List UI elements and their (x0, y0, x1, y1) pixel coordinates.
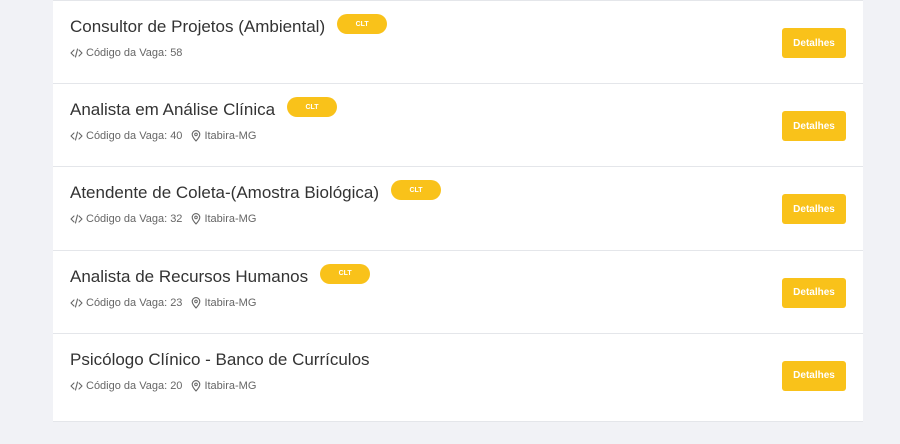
job-meta: Código da Vaga: 58 (70, 47, 182, 59)
job-list: Consultor de Projetos (Ambiental) CLT Có… (53, 0, 863, 422)
map-pin-icon (191, 213, 201, 225)
clt-badge: CLT (391, 180, 441, 201)
job-title-line: Atendente de Coleta-(Amostra Biológica) … (70, 180, 441, 205)
job-code: Código da Vaga: 58 (70, 47, 182, 59)
job-title-line: Analista em Análise Clínica CLT (70, 97, 338, 122)
job-row: Analista de Recursos Humanos CLT Código … (53, 251, 863, 334)
map-pin-icon (191, 379, 201, 392)
job-code-text: Código da Vaga: 20 (86, 379, 183, 392)
job-location: Itabira-MG (191, 130, 256, 142)
code-icon (70, 381, 83, 391)
details-button[interactable]: Detalhes (782, 28, 846, 58)
job-meta: Código da Vaga: 20 Itabira-MG (70, 380, 256, 392)
job-location: Itabira-MG (191, 213, 256, 225)
job-row: Psicólogo Clínico - Banco de Currículos … (53, 334, 863, 417)
job-code-text: Código da Vaga: 40 (86, 130, 183, 143)
job-code: Código da Vaga: 32 (70, 213, 182, 225)
job-location-text: Itabira-MG (204, 296, 257, 309)
job-code: Código da Vaga: 20 (70, 380, 182, 392)
details-button[interactable]: Detalhes (782, 277, 846, 308)
map-pin-icon (191, 296, 201, 309)
job-code-text: Código da Vaga: 23 (86, 296, 183, 309)
details-button[interactable]: Detalhes (782, 360, 846, 391)
code-icon (70, 298, 83, 308)
code-icon (70, 214, 83, 224)
job-title-line: Analista de Recursos Humanos CLT (70, 263, 371, 289)
job-title-line: Psicólogo Clínico - Banco de Currículos (70, 348, 370, 372)
job-row: Consultor de Projetos (Ambiental) CLT Có… (53, 1, 863, 85)
job-title[interactable]: Analista em Análise Clínica (70, 100, 275, 120)
clt-badge: CLT (337, 14, 388, 34)
map-pin-icon (191, 130, 201, 142)
job-title[interactable]: Analista de Recursos Humanos (70, 267, 308, 287)
job-meta: Código da Vaga: 40 Itabira-MG (70, 130, 256, 142)
job-code: Código da Vaga: 40 (70, 130, 182, 142)
job-code-text: Código da Vaga: 58 (86, 47, 183, 59)
job-title[interactable]: Atendente de Coleta-(Amostra Biológica) (70, 183, 379, 203)
job-location: Itabira-MG (191, 297, 256, 309)
clt-badge: CLT (287, 97, 338, 118)
job-meta: Código da Vaga: 32 Itabira-MG (70, 213, 256, 225)
job-code-text: Código da Vaga: 32 (86, 213, 183, 226)
code-icon (70, 131, 83, 141)
job-location-text: Itabira-MG (204, 379, 257, 392)
clt-badge: CLT (320, 263, 371, 284)
details-button[interactable]: Detalhes (782, 194, 846, 225)
job-location-text: Itabira-MG (204, 213, 257, 226)
job-title-line: Consultor de Projetos (Ambiental) CLT (70, 14, 388, 39)
job-location: Itabira-MG (191, 380, 256, 392)
job-row: Atendente de Coleta-(Amostra Biológica) … (53, 167, 863, 251)
job-meta: Código da Vaga: 23 Itabira-MG (70, 297, 256, 309)
job-code: Código da Vaga: 23 (70, 297, 182, 309)
job-location-text: Itabira-MG (204, 130, 257, 143)
job-row: Analista em Análise Clínica CLT Código d… (53, 84, 863, 168)
job-title[interactable]: Consultor de Projetos (Ambiental) (70, 17, 325, 37)
details-button[interactable]: Detalhes (782, 111, 846, 142)
job-title[interactable]: Psicólogo Clínico - Banco de Currículos (70, 350, 370, 370)
code-icon (70, 48, 83, 58)
